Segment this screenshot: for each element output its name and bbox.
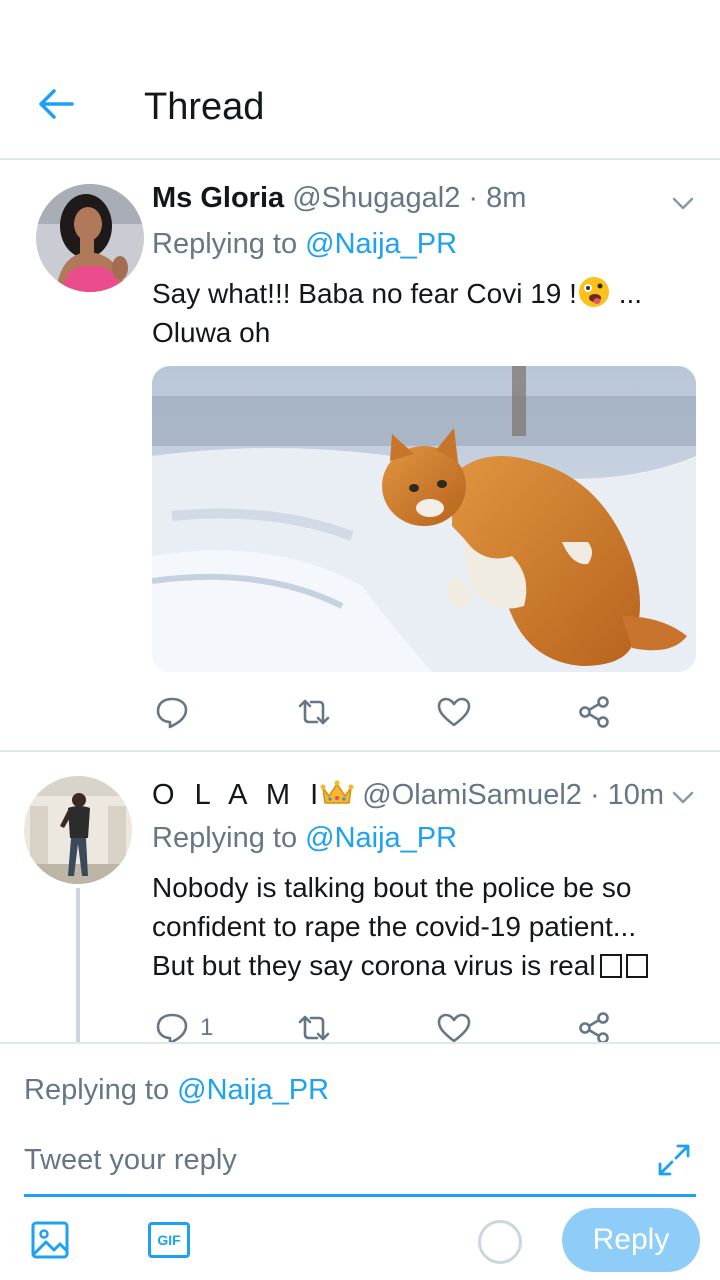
reply-input[interactable]: Tweet your reply	[24, 1144, 237, 1177]
timestamp: · 8m	[468, 182, 527, 214]
tweet-text-line: Oluwa oh	[152, 317, 271, 348]
back-arrow-icon[interactable]	[36, 84, 76, 124]
tweet-text: Nobody is talking bout the police be so …	[152, 868, 692, 985]
replying-prefix: Replying to	[24, 1074, 170, 1106]
page-title: Thread	[144, 86, 265, 128]
user-handle[interactable]: @Shugagal2	[292, 182, 460, 214]
display-name[interactable]: Ms Gloria	[152, 182, 284, 214]
user-handle[interactable]: @OlamiSamuel2	[362, 779, 582, 811]
gif-button[interactable]: GIF	[148, 1222, 190, 1258]
retweet-icon[interactable]	[296, 1010, 332, 1042]
like-action[interactable]	[436, 1010, 472, 1042]
tweet-photo[interactable]	[152, 366, 696, 672]
chevron-down-icon[interactable]	[670, 784, 696, 810]
avatar[interactable]	[24, 776, 132, 884]
tweet-text-line: But but they say corona virus is real	[152, 950, 596, 981]
retweet-action[interactable]	[296, 694, 332, 730]
mention-link[interactable]: @Naija_PR	[305, 228, 457, 260]
share-action[interactable]	[576, 694, 612, 730]
reply-count: 1	[200, 1014, 214, 1041]
heart-icon[interactable]	[436, 1010, 472, 1042]
share-icon[interactable]	[576, 694, 612, 730]
replying-prefix: Replying to	[152, 228, 298, 260]
replying-to: Replying to @Naija_PR	[152, 822, 457, 855]
reply-composer: Replying to @Naija_PR Tweet your reply G…	[0, 1042, 720, 1280]
comment-icon[interactable]	[154, 1010, 190, 1042]
tweet-actions	[152, 694, 622, 734]
tweet[interactable]: Ms Gloria @Shugagal2 · 8m Replying to @N…	[0, 162, 720, 752]
input-underline	[24, 1194, 696, 1197]
mention-link[interactable]: @Naija_PR	[177, 1074, 329, 1106]
avatar[interactable]	[36, 184, 144, 292]
retweet-icon[interactable]	[296, 694, 332, 730]
tweet-text: Say what!!! Baba no fear Covi 19 ! ... O…	[152, 274, 692, 352]
share-icon[interactable]	[576, 1010, 612, 1042]
replying-to: Replying to @Naija_PR	[152, 228, 457, 261]
tweet-text-line: ...	[610, 278, 643, 309]
app-header: Thread	[0, 0, 720, 160]
heart-icon[interactable]	[436, 694, 472, 730]
retweet-action[interactable]	[296, 1010, 332, 1042]
tweet-actions: 1	[152, 1010, 622, 1042]
crown-emoji-icon	[320, 780, 354, 804]
timestamp: · 10m	[589, 779, 665, 811]
character-counter	[478, 1220, 522, 1264]
tweet-text-line: Say what!!! Baba no fear Covi 19 !	[152, 278, 577, 309]
mention-link[interactable]: @Naija_PR	[305, 822, 457, 854]
image-icon[interactable]	[30, 1220, 70, 1260]
tweet-text-line: confident to rape the covid-19 patient..…	[152, 911, 637, 942]
missing-glyph-icon	[625, 954, 648, 978]
missing-glyph-icon	[599, 954, 622, 978]
expand-icon[interactable]	[656, 1142, 692, 1178]
tweet[interactable]: O L A M I @OlamiSamuel2 · 10m Replying t…	[0, 754, 720, 1042]
display-name[interactable]: O L A M I	[152, 779, 324, 811]
share-action[interactable]	[576, 1010, 612, 1042]
reply-action[interactable]	[154, 694, 190, 730]
chevron-down-icon[interactable]	[670, 190, 696, 216]
like-action[interactable]	[436, 694, 472, 730]
thread-line	[76, 888, 80, 1042]
tweet-header: O L A M I @OlamiSamuel2 · 10m	[152, 778, 664, 812]
reply-button[interactable]: Reply	[562, 1208, 700, 1272]
comment-icon[interactable]	[154, 694, 190, 730]
replying-prefix: Replying to	[152, 822, 298, 854]
tweet-header: Ms Gloria @Shugagal2 · 8m	[152, 182, 526, 215]
composer-replying-to: Replying to @Naija_PR	[24, 1074, 329, 1107]
reply-action[interactable]: 1	[154, 1010, 213, 1042]
zany-face-emoji-icon	[578, 277, 609, 307]
tweet-text-line: Nobody is talking bout the police be so	[152, 872, 632, 903]
